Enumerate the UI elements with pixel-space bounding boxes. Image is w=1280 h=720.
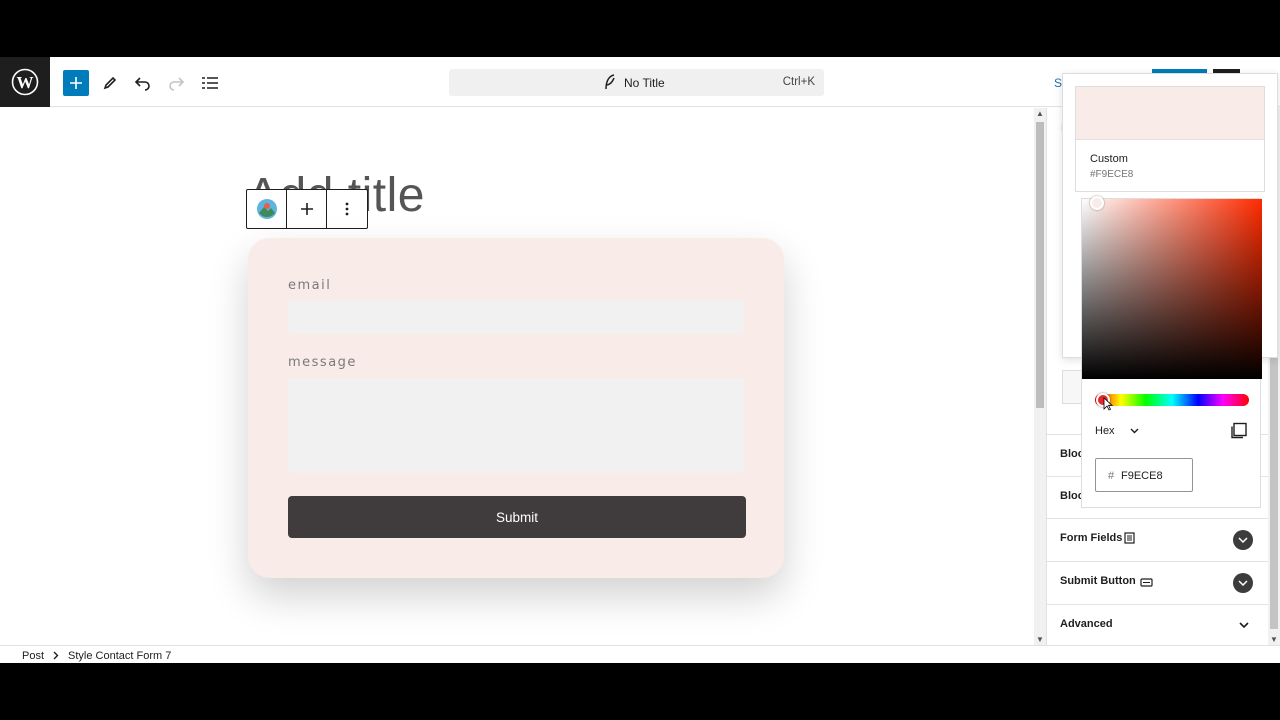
breadcrumb-root[interactable]: Post (22, 650, 44, 662)
hex-value: F9ECE8 (1121, 470, 1163, 482)
undo-button[interactable] (130, 70, 156, 96)
block-options-button[interactable] (327, 190, 367, 228)
breadcrumb-current[interactable]: Style Contact Form 7 (68, 650, 171, 662)
message-label: message (288, 355, 357, 370)
undo-icon (134, 77, 150, 91)
document-title: No Title (624, 76, 665, 90)
email-label: email (288, 278, 332, 293)
form-block-icon (256, 199, 277, 219)
color-swatch-panel[interactable]: Custom #F9ECE8 (1075, 86, 1265, 192)
contact-form-block[interactable]: email message Submit (248, 238, 784, 578)
pencil-icon (103, 76, 117, 90)
submit-button[interactable]: Submit (288, 496, 746, 538)
scroll-down-arrow-icon[interactable]: ▼ (1036, 635, 1044, 644)
button-icon (1140, 578, 1153, 587)
color-preview (1076, 87, 1264, 140)
saturation-area[interactable] (1082, 196, 1262, 379)
block-type-button[interactable] (247, 190, 287, 228)
list-view-button[interactable] (197, 70, 223, 96)
hue-slider[interactable] (1095, 394, 1249, 406)
redo-button[interactable] (163, 70, 189, 96)
color-hex-readout: #F9ECE8 (1090, 169, 1134, 180)
canvas-scrollbar[interactable]: ▲ ▼ (1034, 108, 1046, 645)
plus-icon (300, 203, 313, 215)
form-icon (1124, 532, 1135, 544)
message-field[interactable] (288, 378, 744, 473)
plus-icon (70, 77, 82, 89)
chevron-right-icon (53, 651, 59, 660)
chevron-down-icon[interactable] (1130, 428, 1139, 434)
hex-color-input[interactable]: # F9ECE8 (1095, 458, 1193, 492)
scroll-down-arrow-icon[interactable]: ▼ (1270, 635, 1278, 644)
svg-text:W: W (17, 73, 34, 92)
toggle-expand-button[interactable] (1233, 573, 1253, 593)
color-name: Custom (1090, 153, 1128, 165)
document-bar[interactable]: No Title Ctrl+K (449, 69, 824, 96)
chevron-down-icon (1238, 580, 1248, 586)
sidebar-row-submit-button[interactable]: Submit Button (1047, 561, 1269, 604)
saturation-handle[interactable] (1090, 196, 1104, 210)
color-format-select[interactable]: Hex (1095, 425, 1115, 437)
chevron-down-icon (1238, 537, 1248, 543)
sidebar-peek-control[interactable] (1062, 370, 1082, 404)
copy-icon (1231, 422, 1247, 439)
tools-button[interactable] (97, 70, 123, 96)
hex-prefix: # (1108, 470, 1115, 482)
canvas-scroll-thumb[interactable] (1036, 122, 1044, 408)
color-picker: Hex # F9ECE8 (1081, 196, 1262, 508)
sidebar-row-form-fields[interactable]: Form Fields (1047, 518, 1269, 561)
copy-color-button[interactable] (1230, 422, 1248, 440)
wordpress-icon: W (11, 68, 39, 96)
sidebar-row-label: Advanced (1060, 618, 1113, 630)
block-breadcrumb: Post Style Contact Form 7 (0, 645, 1280, 663)
more-vertical-icon (345, 202, 349, 216)
editor-canvas[interactable]: Add title email message Submit (0, 108, 1034, 645)
block-toolbar (246, 189, 368, 229)
editor-window: W No Title Ctrl+K Sa Add title (0, 57, 1280, 663)
feather-icon (604, 74, 616, 93)
wordpress-logo[interactable]: W (0, 57, 50, 107)
command-shortcut: Ctrl+K (782, 76, 815, 88)
sidebar-row-label: Submit Button (1060, 575, 1136, 587)
chevron-down-icon (1239, 622, 1249, 628)
mouse-cursor-icon (1103, 397, 1113, 411)
insert-block-button[interactable] (287, 190, 327, 228)
add-block-button[interactable] (63, 70, 89, 96)
toggle-expand-button[interactable] (1233, 530, 1253, 550)
sidebar-row-advanced[interactable]: Advanced (1047, 604, 1269, 645)
scroll-up-arrow-icon[interactable]: ▲ (1036, 109, 1044, 118)
sidebar-row-label: Form Fields (1060, 532, 1123, 544)
redo-icon (169, 77, 185, 91)
email-field[interactable] (288, 300, 744, 334)
list-view-icon (202, 77, 218, 89)
